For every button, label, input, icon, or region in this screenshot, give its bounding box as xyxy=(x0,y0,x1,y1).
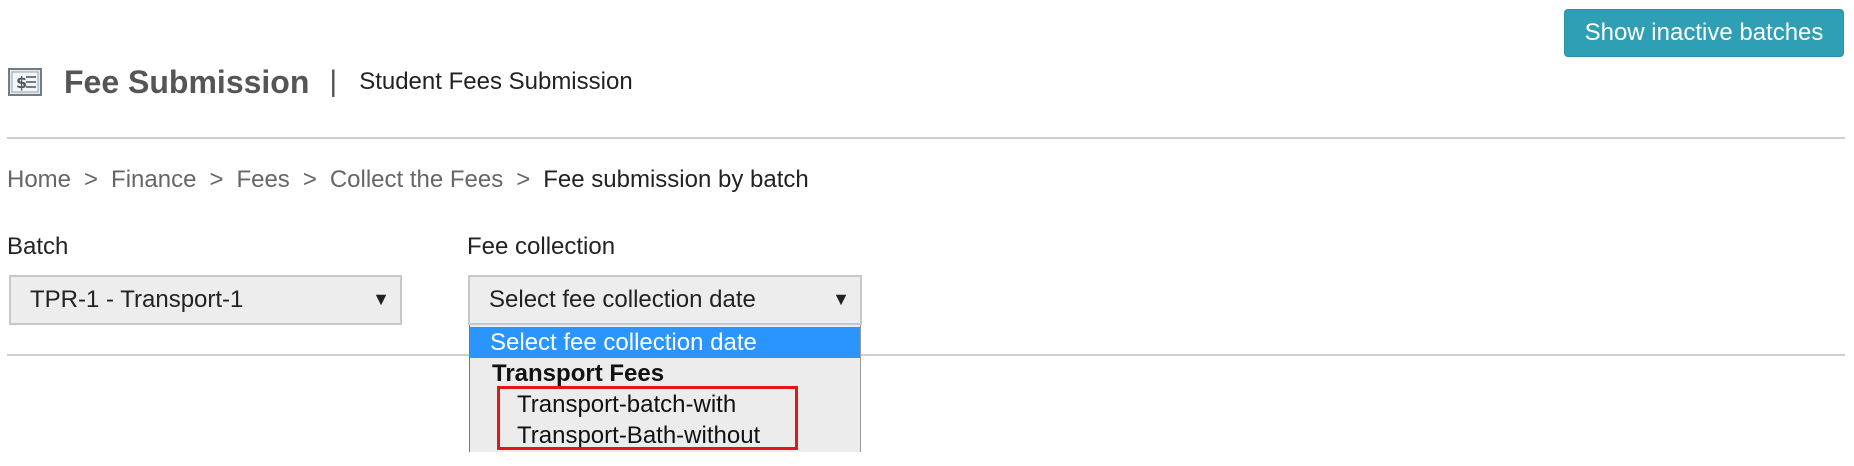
breadcrumb-separator: > xyxy=(516,166,531,193)
svg-text:$: $ xyxy=(16,73,27,92)
dropdown-option-placeholder[interactable]: Select fee collection date xyxy=(470,327,860,358)
chevron-down-icon: ▼ xyxy=(832,289,850,309)
form-divider xyxy=(7,354,1845,356)
page-title: Fee Submission xyxy=(64,63,310,100)
fee-collection-select[interactable]: Select fee collection date ▼ xyxy=(468,275,862,325)
page-subtitle: Student Fees Submission xyxy=(359,68,633,95)
batch-label: Batch xyxy=(7,233,69,260)
fee-collection-select-value: Select fee collection date xyxy=(489,286,756,313)
dropdown-option-transport-batch-with[interactable]: Transport-batch-with xyxy=(470,390,860,420)
breadcrumb: Home > Finance > Fees > Collect the Fees… xyxy=(7,166,809,194)
breadcrumb-separator: > xyxy=(84,166,99,193)
chevron-down-icon: ▼ xyxy=(372,289,390,309)
breadcrumb-current: Fee submission by batch xyxy=(543,166,809,193)
batch-select-value: TPR-1 - Transport-1 xyxy=(30,286,244,313)
breadcrumb-collect-the-fees[interactable]: Collect the Fees xyxy=(330,166,503,194)
header-divider xyxy=(7,137,1845,139)
breadcrumb-separator: > xyxy=(209,166,224,193)
breadcrumb-fees[interactable]: Fees xyxy=(236,166,289,194)
dropdown-group-transport-fees: Transport Fees xyxy=(492,360,665,387)
breadcrumb-separator: > xyxy=(302,166,317,193)
fee-collection-label: Fee collection xyxy=(467,233,616,260)
dropdown-option-transport-bath-without[interactable]: Transport-Bath-without xyxy=(470,421,860,451)
batch-select[interactable]: TPR-1 - Transport-1 ▼ xyxy=(9,275,402,325)
receipt-icon: $ xyxy=(8,68,42,96)
breadcrumb-home[interactable]: Home xyxy=(7,166,71,194)
breadcrumb-finance[interactable]: Finance xyxy=(111,166,196,194)
fee-collection-dropdown: Select fee collection date Transport Fee… xyxy=(469,325,861,452)
title-separator: | xyxy=(329,65,338,98)
page: Show inactive batches $ Fee Submission |… xyxy=(0,0,1854,466)
page-header: $ Fee Submission | Student Fees Submissi… xyxy=(8,58,633,106)
show-inactive-batches-button[interactable]: Show inactive batches xyxy=(1564,9,1844,57)
